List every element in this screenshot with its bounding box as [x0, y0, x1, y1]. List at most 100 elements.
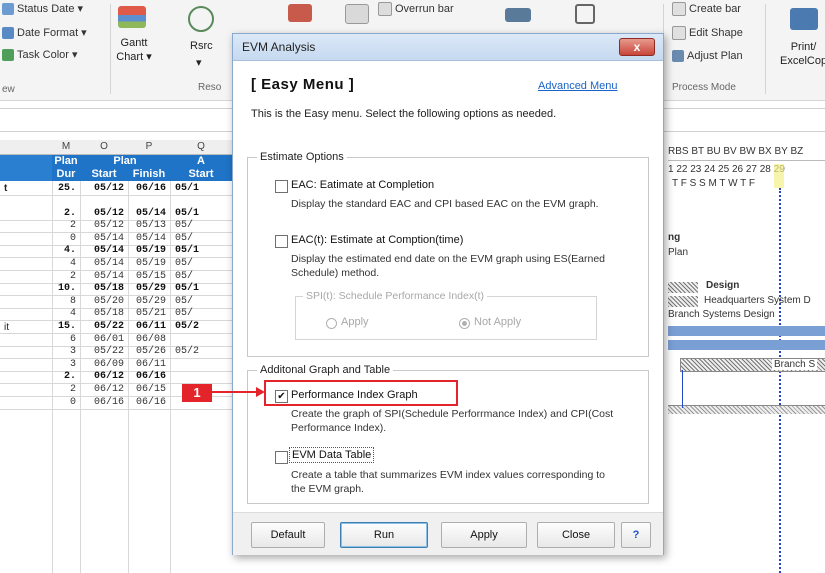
help-button[interactable]: ?	[621, 522, 651, 548]
cell-start-actual[interactable]: 05/	[175, 308, 193, 319]
cell-start[interactable]: 05/12	[80, 183, 124, 194]
eact-checkbox[interactable]	[275, 235, 288, 248]
print-excel-copy-button[interactable]: Print/ ExcelCop	[780, 40, 825, 68]
cell-start-actual[interactable]: 05/	[175, 220, 193, 231]
cell-start-actual[interactable]: 05/	[175, 258, 193, 269]
cell-finish[interactable]: 05/19	[128, 258, 166, 269]
cell-start[interactable]: 05/20	[80, 296, 124, 307]
column-header-p[interactable]: P	[128, 140, 171, 155]
cell-finish[interactable]: 06/16	[128, 397, 166, 408]
cell-dur[interactable]: 0	[52, 233, 76, 244]
cell-start[interactable]: 05/14	[80, 245, 124, 256]
cell-start[interactable]: 05/18	[80, 308, 124, 319]
cell-dur[interactable]: 10.	[52, 283, 76, 294]
cell-start[interactable]: 05/14	[80, 271, 124, 282]
cell-finish[interactable]: 05/15	[128, 271, 166, 282]
cell-dur[interactable]: 4.	[52, 245, 76, 256]
cell-start-actual[interactable]: 05/1	[175, 245, 199, 256]
adjust-plan-button[interactable]: Adjust Plan	[672, 50, 743, 62]
cell-dur[interactable]: 25.	[52, 183, 76, 194]
evm-data-table-checkbox[interactable]	[275, 451, 288, 464]
date-format-button[interactable]: Date Format ▾	[2, 26, 87, 39]
cell-start[interactable]: 05/22	[80, 321, 124, 332]
overrun-bar-button[interactable]: Overrun bar	[378, 2, 454, 16]
cell-finish[interactable]: 05/29	[128, 296, 166, 307]
rsrc-dropdown-icon[interactable]: ▾	[196, 56, 202, 69]
cell-start-actual[interactable]: 05/2	[175, 346, 199, 357]
cell-finish[interactable]: 05/21	[128, 308, 166, 319]
cell-start-actual[interactable]: 05/1	[175, 208, 199, 219]
cell-dur[interactable]: 3	[52, 359, 76, 370]
cell-finish[interactable]: 06/15	[128, 384, 166, 395]
eac-checkbox[interactable]	[275, 180, 288, 193]
cell-finish[interactable]: 06/08	[128, 334, 166, 345]
gantt-summary-bar[interactable]	[668, 340, 825, 350]
cell-start-actual[interactable]: 05/1	[175, 283, 199, 294]
dialog-titlebar[interactable]: EVM Analysis x	[233, 34, 663, 61]
cell-finish[interactable]: 05/14	[128, 233, 166, 244]
cell-start[interactable]: 05/14	[80, 258, 124, 269]
cell-dur[interactable]: 0	[52, 397, 76, 408]
cell-start[interactable]: 05/18	[80, 283, 124, 294]
apply-radio[interactable]	[326, 318, 337, 329]
cell-finish[interactable]: 06/16	[128, 183, 166, 194]
cell-start-actual[interactable]: 05/	[175, 233, 193, 244]
cell-finish[interactable]: 05/14	[128, 208, 166, 219]
cell-start[interactable]: 06/09	[80, 359, 124, 370]
cell-start[interactable]: 05/14	[80, 233, 124, 244]
cell-finish[interactable]: 06/16	[128, 371, 166, 382]
cell-finish[interactable]: 05/13	[128, 220, 166, 231]
close-icon[interactable]: x	[619, 38, 655, 56]
column-header-o[interactable]: O	[80, 140, 129, 155]
evm-data-table-label: EVM Data Table	[289, 447, 375, 463]
gantt-bar[interactable]	[668, 282, 698, 293]
cell-start[interactable]: 06/12	[80, 371, 124, 382]
status-date-button[interactable]: Status Date ▾	[2, 2, 83, 15]
adjust-plan-icon	[672, 50, 684, 62]
cell-start[interactable]: 06/16	[80, 397, 124, 408]
cell-dur[interactable]: 2	[52, 220, 76, 231]
cell-start[interactable]: 06/01	[80, 334, 124, 345]
cell-start[interactable]: 05/12	[80, 208, 124, 219]
advanced-menu-link[interactable]: Advanced Menu	[538, 80, 618, 92]
gantt-chart-icon	[118, 6, 146, 28]
cell-start[interactable]: 05/22	[80, 346, 124, 357]
apply-button[interactable]: Apply	[441, 522, 527, 548]
gantt-bar[interactable]	[668, 405, 825, 414]
not-apply-radio[interactable]	[459, 318, 470, 329]
default-button[interactable]: Default	[251, 522, 325, 548]
close-button[interactable]: Close	[537, 522, 615, 548]
task-color-button[interactable]: Task Color ▾	[2, 48, 78, 61]
edit-shape-button[interactable]: Edit Shape	[672, 26, 743, 40]
cell-dur[interactable]: 2.	[52, 371, 76, 382]
cell-finish[interactable]: 06/11	[128, 321, 166, 332]
cell-dur[interactable]: 4	[52, 308, 76, 319]
column-header[interactable]	[0, 140, 53, 155]
gantt-bar[interactable]	[668, 296, 698, 307]
cell-dur[interactable]: 2.	[52, 208, 76, 219]
cell-start-actual[interactable]: 05/1	[175, 183, 199, 194]
cell-dur[interactable]: 3	[52, 346, 76, 357]
gantt-chart-button[interactable]: Gantt Chart ▾	[116, 36, 152, 64]
cell-finish[interactable]: 05/26	[128, 346, 166, 357]
cell-start[interactable]: 05/12	[80, 220, 124, 231]
cell-dur[interactable]: 6	[52, 334, 76, 345]
cell-dur[interactable]: 4	[52, 258, 76, 269]
cell-finish[interactable]: 05/29	[128, 283, 166, 294]
rsrc-button[interactable]: Rsrc	[190, 40, 213, 52]
cell-finish[interactable]: 05/19	[128, 245, 166, 256]
cell-start[interactable]: 06/12	[80, 384, 124, 395]
gantt-summary-bar[interactable]	[668, 326, 825, 336]
cell-dur[interactable]: 15.	[52, 321, 76, 332]
column-header-q[interactable]: Q	[170, 140, 233, 155]
cell-start-actual[interactable]: 05/	[175, 271, 193, 282]
run-button[interactable]: Run	[340, 522, 428, 548]
cell-dur[interactable]: 2	[52, 271, 76, 282]
cell-start-actual[interactable]: 05/	[175, 296, 193, 307]
column-header-m[interactable]: M	[52, 140, 81, 155]
create-bar-button[interactable]: Create bar	[672, 2, 741, 16]
cell-finish[interactable]: 06/11	[128, 359, 166, 370]
cell-dur[interactable]: 2	[52, 384, 76, 395]
cell-start-actual[interactable]: 05/2	[175, 321, 199, 332]
cell-dur[interactable]: 8	[52, 296, 76, 307]
